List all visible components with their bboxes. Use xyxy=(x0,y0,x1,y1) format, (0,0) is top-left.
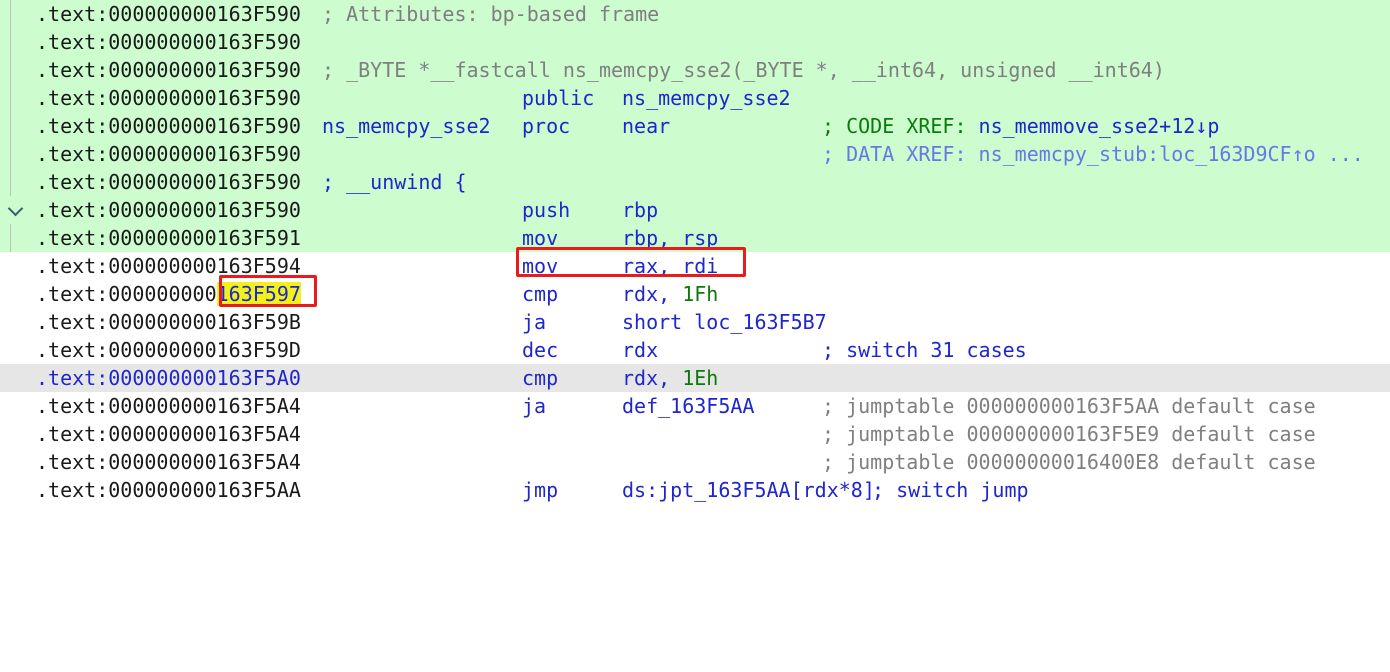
operand[interactable]: rdx, 1Eh xyxy=(622,364,718,392)
address: .text:000000000163F597 xyxy=(36,280,301,308)
address: .text:000000000163F590 xyxy=(36,2,301,26)
mnemonic: jmp xyxy=(522,478,559,502)
operand: near xyxy=(622,114,671,138)
operand[interactable]: rax, rdi xyxy=(622,252,718,280)
listing-row-current[interactable]: .text:000000000163F5A0 cmp rdx, 1Eh xyxy=(0,364,1390,392)
code-xref-comment: ; CODE XREF: ns_memmove_sse2+12↓p xyxy=(822,112,1219,140)
directive: proc xyxy=(522,114,571,138)
gutter xyxy=(0,28,30,56)
operand-symbol[interactable]: ns_memcpy_sse2 xyxy=(622,84,791,112)
mnemonic: cmp xyxy=(522,366,559,390)
listing-row[interactable]: .text:000000000163F59D dec rdx ; switch … xyxy=(0,336,1390,364)
jumptable-comment: ; jumptable 00000000016400E8 default cas… xyxy=(822,450,1316,474)
xref-link[interactable]: ns_memmove_sse2+12↓p xyxy=(979,114,1220,138)
listing-row[interactable]: .text:000000000163F5AA jmp ds:jpt_163F5A… xyxy=(0,476,1390,504)
gutter xyxy=(0,84,30,112)
gutter xyxy=(0,392,30,420)
jumptable-comment: ; jumptable 000000000163F5E9 default cas… xyxy=(822,422,1316,446)
address: .text:000000000163F59B xyxy=(36,310,301,334)
gutter xyxy=(0,196,30,224)
operand-immediate: 1Eh xyxy=(682,366,719,390)
address: .text:000000000163F5AA xyxy=(36,478,301,502)
listing-row[interactable]: .text:000000000163F590 ; Attributes: bp-… xyxy=(0,0,1390,28)
listing-row[interactable]: .text:000000000163F5A4 ; jumptable 00000… xyxy=(0,420,1390,448)
listing-row[interactable]: .text:000000000163F5A4 ; jumptable 00000… xyxy=(0,448,1390,476)
listing-row[interactable]: .text:000000000163F591 mov rbp, rsp xyxy=(0,224,1390,252)
mnemonic: mov xyxy=(522,226,559,250)
address: .text:000000000163F5A0 xyxy=(36,366,301,390)
mnemonic: dec xyxy=(522,338,559,362)
mnemonic: push xyxy=(522,198,571,222)
address: .text:000000000163F591 xyxy=(36,226,301,250)
operand-immediate: 1Fh xyxy=(682,282,719,306)
gutter xyxy=(0,420,30,448)
xref-prefix: ; CODE XREF: xyxy=(822,114,979,138)
directive: public xyxy=(522,86,595,110)
operand-jump-table[interactable]: ds:jpt_163F5AA[rdx*8] xyxy=(622,476,875,504)
chevron-down-icon[interactable] xyxy=(7,200,24,217)
address: .text:000000000163F5A4 xyxy=(36,450,301,474)
address: .text:000000000163F5A4 xyxy=(36,422,301,446)
function-signature-comment: ; _BYTE *__fastcall ns_memcpy_sse2(_BYTE… xyxy=(322,58,1165,82)
switch-jump-comment: ; switch jump xyxy=(872,478,1029,502)
address: .text:000000000163F590 xyxy=(36,198,301,222)
listing-row[interactable]: .text:000000000163F590 xyxy=(0,28,1390,56)
jumptable-comment: ; jumptable 000000000163F5AA default cas… xyxy=(822,394,1316,418)
gutter xyxy=(0,140,30,168)
mnemonic: ja xyxy=(522,310,547,334)
address: .text:000000000163F59D xyxy=(36,338,301,362)
operand[interactable]: rdx, 1Fh xyxy=(622,280,718,308)
operand-register: rdx, xyxy=(622,366,683,390)
gutter xyxy=(0,252,30,280)
gutter xyxy=(0,280,30,308)
gutter xyxy=(0,364,30,392)
gutter xyxy=(0,308,30,336)
operand[interactable]: rdx xyxy=(622,336,658,364)
gutter xyxy=(0,168,30,196)
gutter xyxy=(0,0,30,28)
address: .text:000000000163F594 xyxy=(36,254,301,278)
address-prefix: .text:000000000 xyxy=(36,282,217,306)
listing-row[interactable]: .text:000000000163F590 public ns_memcpy_… xyxy=(0,84,1390,112)
address: .text:000000000163F590 xyxy=(36,114,301,138)
gutter xyxy=(0,224,30,252)
gutter xyxy=(0,336,30,364)
operand[interactable]: rbp, rsp xyxy=(622,224,718,252)
gutter xyxy=(0,448,30,476)
mnemonic: mov xyxy=(522,254,559,278)
listing-row[interactable]: .text:000000000163F594 mov rax, rdi xyxy=(0,252,1390,280)
gutter xyxy=(0,112,30,140)
listing-row[interactable]: .text:000000000163F590 push rbp xyxy=(0,196,1390,224)
address: .text:000000000163F590 xyxy=(36,142,301,166)
listing-row[interactable]: .text:000000000163F59B ja short loc_163F… xyxy=(0,308,1390,336)
unwind-comment: ; __unwind { xyxy=(322,170,467,194)
operand-register: rdx, xyxy=(622,282,683,306)
listing-row[interactable]: .text:000000000163F597 cmp rdx, 1Fh xyxy=(0,280,1390,308)
gutter xyxy=(0,476,30,504)
listing-row[interactable]: .text:000000000163F590 ; _BYTE *__fastca… xyxy=(0,56,1390,84)
address: .text:000000000163F590 xyxy=(36,170,301,194)
address: .text:000000000163F590 xyxy=(36,86,301,110)
listing-row[interactable]: .text:000000000163F590 ns_memcpy_sse2 pr… xyxy=(0,112,1390,140)
mnemonic: ja xyxy=(522,394,547,418)
mnemonic: cmp xyxy=(522,282,559,306)
operand-jump-target[interactable]: def_163F5AA xyxy=(622,392,754,420)
listing-row[interactable]: .text:000000000163F5A4 ja def_163F5AA ; … xyxy=(0,392,1390,420)
listing-row[interactable]: .text:000000000163F590 ; __unwind { xyxy=(0,168,1390,196)
address-search-highlight: 163F597 xyxy=(216,282,301,306)
address: .text:000000000163F590 xyxy=(36,58,301,82)
switch-comment: ; switch 31 cases xyxy=(822,338,1027,362)
address: .text:000000000163F5A4 xyxy=(36,394,301,418)
operand-jump-target[interactable]: short loc_163F5B7 xyxy=(622,308,827,336)
comment: ; Attributes: bp-based frame xyxy=(322,2,660,26)
operand[interactable]: rbp xyxy=(622,196,658,224)
listing-row[interactable]: .text:000000000163F590 ; DATA XREF: ns_m… xyxy=(0,140,1390,168)
function-label[interactable]: ns_memcpy_sse2 xyxy=(322,112,491,140)
gutter xyxy=(0,56,30,84)
data-xref-comment[interactable]: ; DATA XREF: ns_memcpy_stub:loc_163D9CF↑… xyxy=(822,140,1364,168)
address: .text:000000000163F590 xyxy=(36,30,301,54)
disassembly-listing[interactable]: .text:000000000163F590 ; Attributes: bp-… xyxy=(0,0,1390,504)
